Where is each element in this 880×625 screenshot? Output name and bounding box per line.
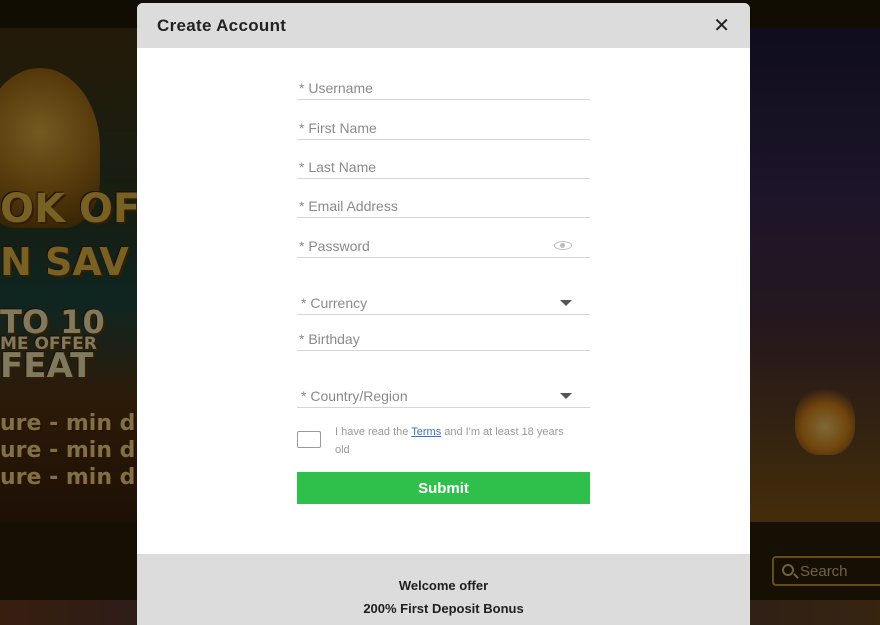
- username-field-wrapper: [297, 78, 590, 100]
- currency-label: * Currency: [301, 295, 368, 311]
- username-input[interactable]: [297, 78, 590, 98]
- terms-text: I have read the Terms and I'm at least 1…: [335, 423, 565, 459]
- last-name-input[interactable]: [297, 157, 590, 177]
- modal-header: Create Account ✕: [137, 3, 750, 48]
- country-select[interactable]: * Country/Region: [297, 386, 590, 408]
- terms-checkbox[interactable]: [297, 431, 321, 448]
- password-input[interactable]: [297, 236, 590, 256]
- currency-select[interactable]: * Currency: [297, 293, 590, 315]
- country-label: * Country/Region: [301, 388, 408, 404]
- terms-link[interactable]: Terms: [411, 426, 441, 438]
- first-name-input[interactable]: [297, 118, 590, 138]
- eye-icon[interactable]: [554, 241, 572, 250]
- email-field-wrapper: [297, 196, 590, 218]
- create-account-modal: Create Account ✕ * Currency * Country/Re…: [137, 3, 750, 625]
- birthday-input[interactable]: [297, 329, 590, 349]
- first-name-field-wrapper: [297, 118, 590, 140]
- birthday-field-wrapper: [297, 329, 590, 351]
- last-name-field-wrapper: [297, 157, 590, 179]
- modal-title: Create Account: [157, 15, 287, 35]
- close-icon[interactable]: ✕: [713, 16, 730, 36]
- submit-button[interactable]: Submit: [297, 472, 590, 504]
- terms-row: I have read the Terms and I'm at least 1…: [297, 423, 590, 459]
- password-field-wrapper: [297, 236, 590, 258]
- welcome-offer-text: 200% First Deposit Bonus: [363, 601, 524, 616]
- chevron-down-icon: [560, 393, 572, 399]
- chevron-down-icon: [560, 300, 572, 306]
- email-input[interactable]: [297, 196, 590, 216]
- welcome-offer-footer: Welcome offer 200% First Deposit Bonus: [137, 554, 750, 625]
- welcome-offer-title: Welcome offer: [398, 578, 489, 593]
- terms-text-before: I have read the: [335, 426, 412, 438]
